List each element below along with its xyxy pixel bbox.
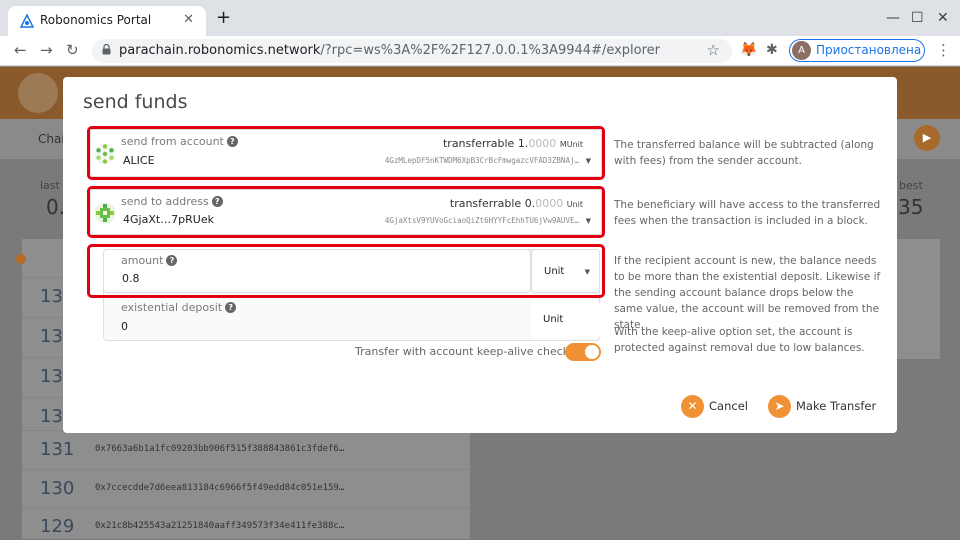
amount-hint: If the recipient account is new, the bal… — [614, 255, 881, 331]
status-dot — [16, 254, 26, 264]
highlight-box — [87, 244, 605, 298]
url-text: parachain.robonomics.network/?rpc=ws%3A%… — [119, 43, 661, 58]
block-hash: 0x7663a6b1a1fc09203bb906f515f388843861c3… — [95, 444, 345, 454]
metamask-extension-icon[interactable]: 🦊 — [740, 42, 757, 58]
send-to-hint: The beneficiary will have access to the … — [614, 199, 881, 227]
toggle-knob — [585, 345, 599, 359]
modal-title: send funds — [83, 91, 188, 113]
keep-alive-label: Transfer with account keep-alive checks — [355, 345, 575, 358]
minimize-icon[interactable]: — — [886, 10, 900, 26]
block-hash: 0x7ccecdde7d6eea813184c6966f5f49edd84c05… — [95, 483, 345, 493]
make-transfer-button[interactable]: ➤ Make Transfer — [768, 394, 878, 420]
existential-deposit-value: 0 — [121, 320, 128, 333]
table-row[interactable]: 129 0x21c8b425543a21251840aaff349573f34e… — [22, 507, 470, 540]
keep-alive-hint: With the keep-alive option set, the acco… — [614, 326, 865, 354]
robonomics-favicon-icon — [20, 14, 34, 28]
help-icon[interactable]: ? — [225, 302, 237, 313]
address-bar[interactable]: parachain.robonomics.network/?rpc=ws%3A%… — [92, 39, 732, 63]
tab-chain-info[interactable]: Chai — [38, 132, 65, 146]
tab-strip: Robonomics Portal ✕ + — ☐ ✕ — [0, 0, 960, 36]
robonomics-logo — [18, 73, 58, 113]
close-window-icon[interactable]: ✕ — [937, 10, 949, 26]
highlight-box — [87, 126, 605, 180]
back-icon[interactable]: ← — [14, 41, 27, 59]
reload-icon[interactable]: ↻ — [66, 41, 79, 59]
play-icon[interactable]: ▶ — [914, 125, 940, 151]
forward-icon[interactable]: → — [40, 41, 53, 59]
browser-menu-icon[interactable]: ⋮ — [936, 41, 951, 59]
block-number[interactable]: 130 — [40, 478, 74, 499]
send-funds-modal: send funds send from account? ALICE tran… — [63, 77, 897, 433]
browser-toolbar: ← → ↻ parachain.robonomics.network/?rpc=… — [0, 36, 960, 66]
bookmark-star-icon[interactable]: ☆ — [707, 41, 720, 59]
send-from-hint: The transferred balance will be subtract… — [614, 139, 874, 167]
profile-label: Приостановлена — [816, 43, 922, 57]
new-tab-icon[interactable]: + — [216, 9, 231, 27]
existential-unit: Unit — [531, 301, 600, 339]
highlight-box — [87, 186, 605, 238]
avatar: A — [792, 41, 811, 60]
make-transfer-label: Make Transfer — [796, 399, 877, 413]
block-number[interactable]: 131 — [40, 439, 74, 460]
table-row[interactable]: 131 0x7663a6b1a1fc09203bb906f515f3888438… — [22, 430, 470, 468]
maximize-icon[interactable]: ☐ — [911, 10, 924, 26]
block-number[interactable]: 13 — [40, 366, 63, 387]
keep-alive-toggle[interactable] — [565, 343, 601, 361]
send-plane-icon: ➤ — [768, 395, 791, 418]
best-block-value: 35 — [898, 195, 924, 219]
cancel-label: Cancel — [709, 399, 748, 413]
existential-unit-label: Unit — [543, 314, 564, 325]
block-number[interactable]: 13 — [40, 406, 63, 427]
existential-deposit-label: existential deposit? — [121, 301, 237, 314]
table-row[interactable]: 130 0x7ccecdde7d6eea813184c6966f5f49edd8… — [22, 469, 470, 507]
cancel-button[interactable]: ✕ Cancel — [681, 394, 751, 420]
browser-tab[interactable]: Robonomics Portal ✕ — [8, 6, 206, 36]
extensions-puzzle-icon[interactable]: ✱ — [766, 42, 778, 58]
profile-button[interactable]: A Приостановлена — [789, 39, 925, 62]
block-hash: 0x21c8b425543a21251840aaff349573f34e411f… — [95, 521, 345, 531]
close-icon: ✕ — [681, 395, 704, 418]
block-number[interactable]: 13 — [40, 286, 63, 307]
tab-title: Robonomics Portal — [40, 13, 152, 27]
best-block-label: best — [899, 179, 923, 192]
lock-icon — [102, 44, 111, 55]
block-number[interactable]: 13 — [40, 326, 63, 347]
close-tab-icon[interactable]: ✕ — [183, 12, 194, 27]
block-number[interactable]: 129 — [40, 516, 74, 537]
